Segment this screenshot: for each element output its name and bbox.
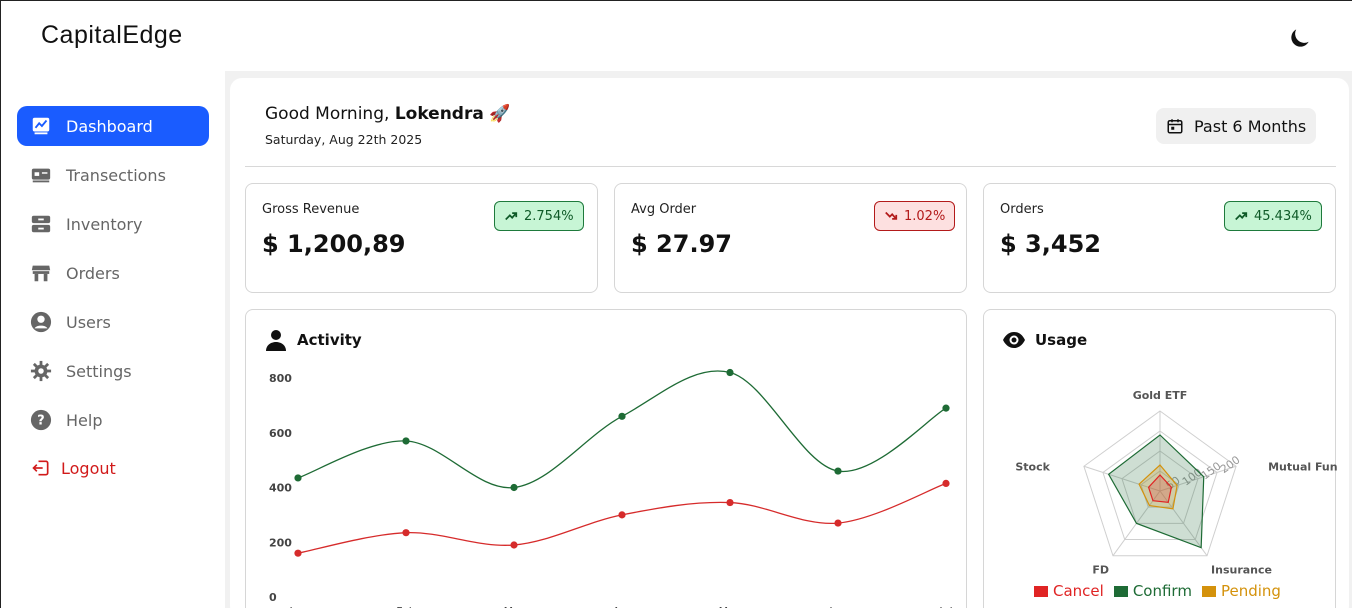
date-range-label: Past 6 Months bbox=[1194, 116, 1307, 136]
sidebar-item-label: Settings bbox=[66, 361, 132, 381]
sidebar-item-logout[interactable]: Logout bbox=[17, 448, 209, 488]
dashboard-icon bbox=[29, 114, 53, 138]
avg-order-card: Avg Order $ 27.97 1.02% bbox=[614, 183, 967, 293]
help-icon: ? bbox=[29, 408, 53, 432]
data-point bbox=[942, 404, 950, 412]
data-point bbox=[510, 483, 518, 492]
radar-axis-label: Insurance bbox=[1211, 564, 1272, 577]
trend-badge-down: 1.02% bbox=[874, 201, 956, 231]
moon-icon[interactable] bbox=[1287, 25, 1313, 51]
data-point bbox=[942, 479, 950, 487]
activity-line-chart: 8006004002000JanFebMarAprMayJunJul bbox=[269, 368, 953, 608]
greeting: Good Morning, Lokendra 🚀 bbox=[265, 104, 510, 124]
data-point bbox=[402, 437, 410, 445]
date-range-button[interactable]: Past 6 Months bbox=[1156, 108, 1316, 144]
legend-swatch bbox=[1113, 585, 1128, 597]
data-point bbox=[834, 467, 842, 475]
main-content: Good Morning, Lokendra 🚀 Saturday, Aug 2… bbox=[225, 71, 1352, 608]
gear-icon bbox=[29, 359, 53, 383]
y-tick-label: 0 bbox=[269, 591, 277, 604]
card-label: Gross Revenue bbox=[262, 202, 360, 217]
legend-label: Pending bbox=[1220, 582, 1281, 600]
transactions-icon bbox=[29, 163, 53, 187]
trend-badge-up: 45.434% bbox=[1224, 201, 1322, 231]
inventory-icon bbox=[29, 212, 53, 236]
current-date: Saturday, Aug 22th 2025 bbox=[265, 132, 423, 147]
trend-badge-up: 2.754% bbox=[494, 201, 584, 231]
data-point bbox=[402, 529, 410, 537]
legend-confirm[interactable]: Confirm bbox=[1113, 582, 1192, 600]
badge-value: 45.434% bbox=[1254, 208, 1312, 224]
rocket-icon: 🚀 bbox=[489, 104, 511, 124]
gross-revenue-card: Gross Revenue $ 1,200,89 2.754% bbox=[245, 183, 598, 293]
sidebar-item-label: Transections bbox=[66, 165, 166, 185]
data-point bbox=[834, 519, 842, 527]
sidebar-item-label: Dashboard bbox=[66, 116, 153, 136]
brand-logo[interactable]: CapitalEdge bbox=[41, 21, 183, 50]
sidebar-item-transections[interactable]: Transections bbox=[17, 155, 209, 195]
legend-pending[interactable]: Pending bbox=[1201, 582, 1281, 600]
y-tick-label: 800 bbox=[269, 372, 292, 385]
trend-down-icon bbox=[884, 209, 898, 223]
sidebar-item-label: Help bbox=[66, 410, 103, 430]
card-value: $ 3,452 bbox=[1000, 230, 1101, 258]
sidebar-item-dashboard[interactable]: Dashboard bbox=[17, 106, 209, 146]
data-point bbox=[618, 511, 626, 519]
series-line-0 bbox=[297, 370, 947, 489]
usage-card: Usage 20015010050Gold ETFMutual FundsIns… bbox=[983, 309, 1337, 608]
y-tick-label: 600 bbox=[269, 427, 292, 440]
sidebar-item-inventory[interactable]: Inventory bbox=[17, 204, 209, 244]
orders-card: Orders $ 3,452 45.434% bbox=[983, 183, 1336, 293]
card-label: Orders bbox=[1000, 202, 1044, 217]
legend-label: Cancel bbox=[1053, 582, 1104, 600]
sidebar-item-label: Orders bbox=[66, 263, 120, 283]
logout-icon bbox=[29, 456, 53, 480]
top-bar: CapitalEdge bbox=[1, 1, 1352, 71]
data-point bbox=[510, 541, 518, 549]
radar-ring-label: 200 bbox=[1218, 453, 1243, 476]
card-value: $ 27.97 bbox=[631, 230, 732, 258]
greeting-text: Good Morning, bbox=[265, 104, 395, 124]
calendar-icon bbox=[1166, 117, 1184, 135]
data-point bbox=[726, 368, 734, 377]
data-point bbox=[294, 474, 302, 482]
legend-swatch bbox=[1034, 585, 1048, 597]
sidebar-item-users[interactable]: Users bbox=[17, 302, 209, 342]
sidebar-item-orders[interactable]: Orders bbox=[17, 253, 209, 293]
sidebar-item-label: Users bbox=[66, 312, 111, 332]
orders-icon bbox=[29, 261, 53, 285]
radar-axis-label: Mutual Funds bbox=[1268, 460, 1337, 473]
legend-label: Confirm bbox=[1132, 582, 1192, 600]
user-circle-icon bbox=[29, 310, 53, 334]
y-tick-label: 400 bbox=[269, 482, 292, 495]
y-tick-label: 200 bbox=[269, 536, 292, 549]
user-name: Lokendra bbox=[394, 104, 484, 124]
trend-up-icon bbox=[1234, 209, 1248, 223]
sidebar-item-label: Inventory bbox=[66, 214, 143, 234]
radar-axis-label: FD bbox=[1092, 564, 1109, 577]
sidebar-item-settings[interactable]: Settings bbox=[17, 351, 209, 391]
usage-legend: Cancel Confirm Pending bbox=[1034, 582, 1291, 600]
data-point bbox=[726, 498, 734, 507]
card-value: $ 1,200,89 bbox=[262, 230, 406, 258]
badge-value: 1.02% bbox=[904, 208, 946, 224]
svg-text:?: ? bbox=[37, 414, 44, 429]
dashboard-panel: Good Morning, Lokendra 🚀 Saturday, Aug 2… bbox=[230, 78, 1349, 608]
trend-up-icon bbox=[504, 209, 518, 223]
legend-swatch bbox=[1201, 585, 1216, 597]
data-point bbox=[618, 412, 626, 420]
radar-axis-label: Stock bbox=[1015, 460, 1050, 473]
data-point bbox=[294, 549, 302, 557]
radar-axis-label: Gold ETF bbox=[1133, 389, 1188, 402]
activity-card: Activity 8006004002000JanFebMarAprMayJun… bbox=[245, 309, 967, 608]
logout-label: Logout bbox=[61, 458, 116, 478]
usage-radar-chart: 20015010050Gold ETFMutual FundsInsurance… bbox=[1015, 389, 1337, 577]
badge-value: 2.754% bbox=[524, 208, 574, 224]
legend-cancel[interactable]: Cancel bbox=[1034, 582, 1104, 600]
divider bbox=[245, 166, 1336, 167]
sidebar: Dashboard Transections Inventory Orders … bbox=[1, 71, 225, 608]
card-label: Avg Order bbox=[631, 202, 697, 217]
sidebar-item-help[interactable]: ? Help bbox=[17, 400, 209, 440]
